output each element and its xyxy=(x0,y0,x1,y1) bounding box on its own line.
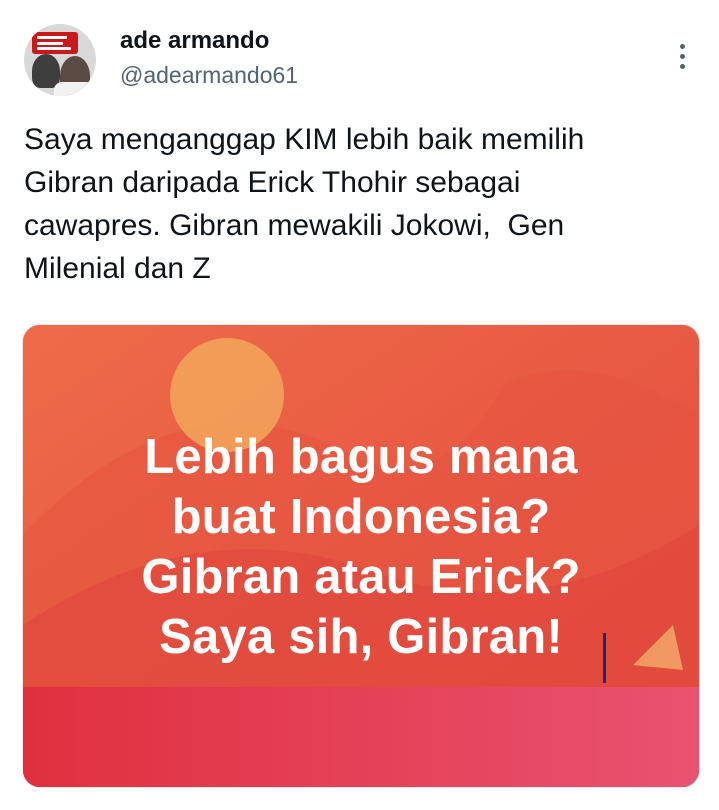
tweet-text: Saya menganggap KIM lebih baik memilih G… xyxy=(24,123,585,285)
avatar-person-left xyxy=(32,54,60,88)
author-handle[interactable]: @adearmando61 xyxy=(120,60,298,90)
tweet-image[interactable]: Lebih bagus mana buat Indonesia? Gibran … xyxy=(22,324,700,788)
tweet-header: ade armando @adearmando61 xyxy=(0,0,719,110)
headline-line-1: Lebih bagus mana xyxy=(144,430,578,484)
headline-line-2: buat Indonesia? xyxy=(171,490,551,544)
more-vertical-icon[interactable] xyxy=(670,38,694,74)
text-cursor xyxy=(603,633,606,683)
author-name[interactable]: ade armando xyxy=(120,26,269,56)
avatar[interactable] xyxy=(24,24,96,96)
avatar-shirt xyxy=(54,82,94,96)
avatar-banner xyxy=(32,32,78,54)
headline-line-4: Saya sih, Gibran! xyxy=(159,610,563,664)
image-headline: Lebih bagus mana buat Indonesia? Gibran … xyxy=(23,427,699,667)
headline-line-3: Gibran atau Erick? xyxy=(141,550,581,604)
